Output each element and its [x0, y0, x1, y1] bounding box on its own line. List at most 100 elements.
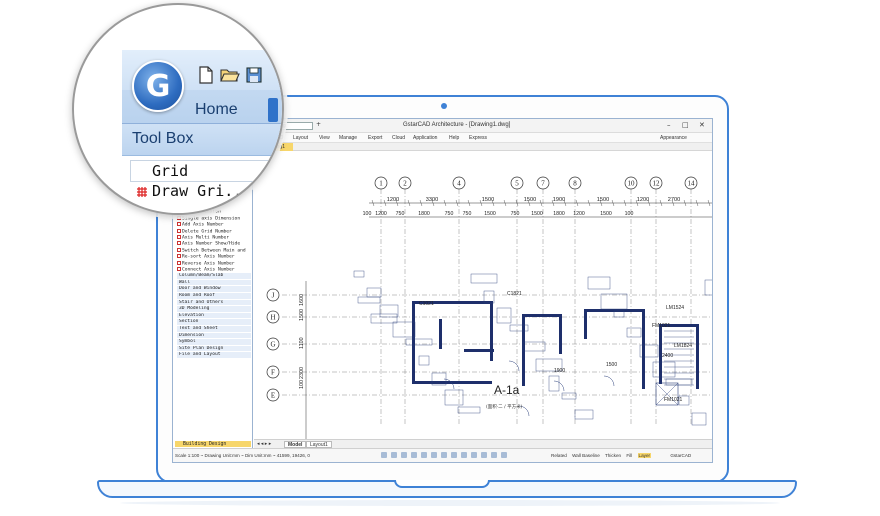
toolbox-category[interactable]: Elevation	[177, 312, 251, 320]
toolbox-item-label: Single axis Dimension	[182, 216, 241, 222]
toolbox-category[interactable]: Symbol	[177, 339, 251, 346]
osnap-icon[interactable]	[421, 452, 427, 458]
toolbox-category[interactable]: Wall	[177, 279, 251, 287]
dimension-text: 1500	[597, 197, 609, 203]
plan-detail	[444, 389, 464, 406]
isolate-icon[interactable]	[491, 452, 497, 458]
dimension-text: 1200	[387, 197, 399, 203]
plan-detail	[600, 293, 628, 310]
lineweight-icon[interactable]	[441, 452, 447, 458]
status-related[interactable]: Related	[551, 453, 567, 458]
model-icon[interactable]	[451, 452, 457, 458]
toolbox-category[interactable]: 3D Modeling	[177, 306, 251, 313]
toolbox-category[interactable]: Stair and Others	[177, 299, 251, 307]
open-folder-icon[interactable]	[220, 66, 240, 84]
drawing-canvas[interactable]: 1 2 4 5 7 8 10 12 14 J H G F E 1200 3300 1500 1500 1900 150…	[254, 151, 712, 441]
product-illustration: ...fting + GstarCAD Architecture - [Draw…	[0, 0, 880, 516]
dimension-text: 1500	[482, 197, 494, 203]
axis-number: 2	[403, 180, 407, 188]
menu-item-manage[interactable]: Manage	[339, 135, 357, 141]
menu-item-view[interactable]: View	[319, 135, 330, 141]
draw-grid-icon	[137, 187, 147, 197]
toolbox-category[interactable]: Section	[177, 319, 251, 327]
status-bar: Scale 1:100 ~ Drawing Unit:mm ~ Dim Unit…	[173, 448, 712, 462]
toolbox-category[interactable]: File and Layout	[177, 352, 251, 360]
dimension-text: 750	[463, 211, 472, 217]
toolbox-category[interactable]: Column/Beam/Slab	[177, 273, 251, 280]
app-logo-button[interactable]: G	[132, 60, 184, 112]
dimension-text: 2700	[668, 197, 680, 203]
ortho-icon[interactable]	[401, 452, 407, 458]
wall-segment	[642, 309, 645, 389]
polar-icon[interactable]	[411, 452, 417, 458]
toolbox-item-label: Reverse Axis Number	[182, 261, 235, 267]
dimension-text: 1100	[299, 337, 305, 349]
toolbox-category[interactable]: Text and Sheet	[177, 326, 251, 333]
dimension-text: 1800	[418, 211, 430, 217]
plan-detail	[574, 409, 594, 420]
status-wall-baseline[interactable]: Wall Baseline	[572, 453, 600, 458]
status-toggles: Related Wall Baseline Thicken Fill Layer…	[551, 453, 695, 458]
menu-item-layout[interactable]: Layout	[293, 135, 308, 141]
plan-detail	[353, 270, 365, 278]
grid-toggle-icon[interactable]	[391, 452, 397, 458]
toolbox-category[interactable]: Dimension	[177, 332, 251, 340]
tool-icon	[177, 247, 181, 252]
status-layer[interactable]: Layer	[637, 453, 652, 458]
camera-dot	[441, 103, 447, 109]
tab-nav-icons[interactable]: ◂ ◂ ▸ ▸	[257, 441, 271, 447]
axis-number: 8	[573, 180, 577, 188]
status-toggle-icons[interactable]	[381, 452, 511, 459]
appearance-menu[interactable]: Appearance	[660, 135, 687, 141]
draw-grid-label[interactable]: Draw Gri...	[152, 182, 251, 200]
dimension-text: 1200	[375, 211, 387, 217]
menu-item-cloud[interactable]: Cloud	[392, 135, 405, 141]
save-icon[interactable]	[246, 66, 262, 84]
annotation-icon[interactable]	[461, 452, 467, 458]
room-label: 1500	[606, 362, 617, 368]
dimension-text: 1500	[531, 211, 543, 217]
menu-item-express[interactable]: Express	[469, 135, 487, 141]
menu-item-export[interactable]: Export	[368, 135, 382, 141]
toolbox-category[interactable]: Site Plan Design	[177, 345, 251, 353]
toolbox-item[interactable]: Axis Number Show/Hide	[177, 241, 251, 247]
magnifier-lens: G Home Tool Box Grid Draw Gri...	[72, 3, 284, 215]
dimension-text: 1800	[553, 211, 565, 217]
axis-letter: H	[270, 314, 275, 322]
new-tab-button[interactable]: +	[316, 121, 321, 128]
workspace-icon[interactable]	[471, 452, 477, 458]
tool-icon	[177, 222, 181, 227]
toolbox-category[interactable]: Door and Window	[177, 286, 251, 294]
room-label: A-1a	[494, 383, 520, 397]
maximize-icon[interactable]: □	[682, 121, 689, 129]
ribbon-tab-home[interactable]: Home	[195, 101, 238, 119]
menu-item-application[interactable]: Application	[413, 135, 437, 141]
close-icon[interactable]: ✕	[699, 121, 705, 129]
tool-icon	[177, 215, 181, 220]
ribbon-tab-edge	[268, 98, 278, 122]
dimension-text: 750	[396, 211, 405, 217]
laptop-notch	[394, 480, 490, 488]
toolbox-item-label: Add Axis Number	[182, 222, 224, 228]
wall-segment	[412, 301, 415, 381]
tab-model[interactable]: Model	[284, 441, 307, 448]
snap-icon[interactable]	[381, 452, 387, 458]
axis-number: 1	[379, 180, 383, 188]
axis-letter: F	[271, 369, 275, 377]
status-thicken[interactable]: Thicken	[605, 453, 621, 458]
plan-detail	[457, 406, 481, 414]
minimize-icon[interactable]: –	[667, 121, 671, 129]
otrack-icon[interactable]	[431, 452, 437, 458]
fullscreen-icon[interactable]	[501, 452, 507, 458]
status-fill[interactable]: Fill	[626, 453, 632, 458]
new-file-icon[interactable]	[198, 66, 214, 84]
tab-layout1[interactable]: Layout1	[306, 441, 332, 448]
dimension-text: 1200	[573, 211, 585, 217]
room-label: LM1524	[666, 305, 684, 311]
tool-icon	[177, 266, 181, 271]
menu-item-help[interactable]: Help	[449, 135, 459, 141]
lock-icon[interactable]	[481, 452, 487, 458]
toolbox-category[interactable]: Room and Roof	[177, 293, 251, 300]
wall-segment	[696, 324, 699, 389]
room-label: FM1021	[664, 397, 683, 403]
